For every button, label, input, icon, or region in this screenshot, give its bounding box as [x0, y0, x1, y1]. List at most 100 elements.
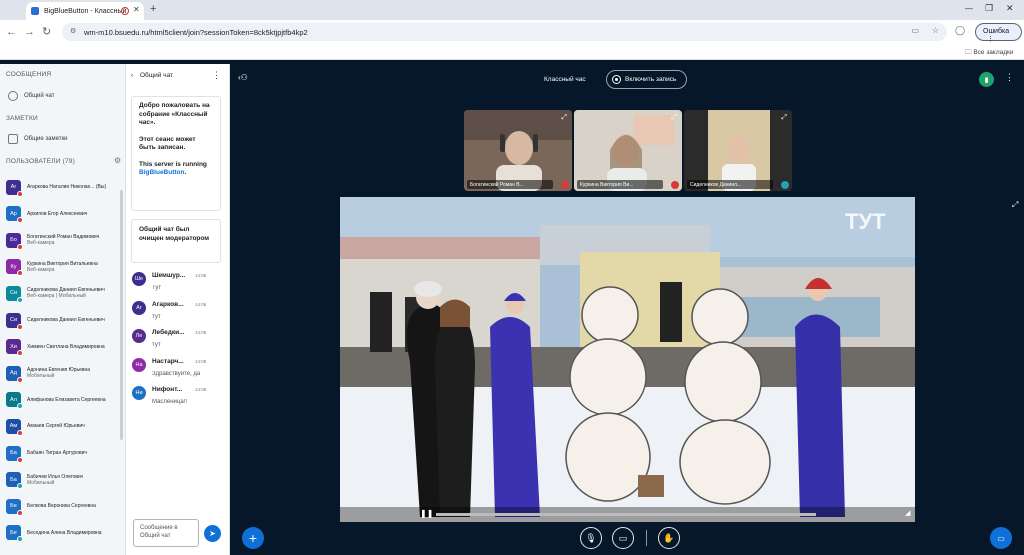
raise-hand-button[interactable]: ✋ [658, 527, 680, 549]
avatar: Бе [6, 525, 23, 543]
actions-plus-button[interactable]: + [242, 527, 264, 549]
avatar-initials: Аг [10, 184, 17, 190]
options-menu-icon[interactable]: ⋮ [1005, 72, 1014, 83]
user-list-item[interactable]: Ку Куркина Виктория Витальевна Веб-камера [6, 256, 122, 278]
error-button[interactable]: Ошибка ⋮ [975, 23, 1022, 43]
restore-icon[interactable]: ❐ [985, 3, 993, 14]
close-tab-icon[interactable]: ✕ [133, 5, 140, 14]
user-list-item[interactable]: Ам Амзаев Сергей Юрьевич [6, 415, 122, 437]
webcam-tile[interactable]: ⤢ Богатинский Роман В... [464, 110, 572, 191]
audio-status-icon [17, 190, 23, 197]
user-list-item[interactable]: Ал Алифанова Елизавета Сергеевна [6, 389, 122, 411]
audio-status-icon [17, 323, 23, 330]
hand-icon: ✋ [663, 532, 675, 543]
back-icon[interactable]: ← [6, 26, 17, 38]
user-list-item[interactable]: Хи Химиен Светлана Владимировна [6, 336, 122, 358]
chat-options-icon[interactable]: ⋮ [212, 70, 221, 81]
site-info-icon[interactable]: ⚙ [70, 27, 76, 35]
minimize-icon[interactable]: — [965, 4, 973, 13]
avatar-initials: Ку [10, 263, 17, 270]
profile-icon[interactable]: ◯ [955, 25, 965, 36]
screen-icon: ▭ [997, 533, 1005, 543]
user-name: Белкова Вероника Сергеевна [27, 503, 96, 510]
new-tab-button[interactable]: + [150, 3, 156, 15]
avatar-initials: Аг [136, 304, 142, 311]
user-name: Куркина Виктория Витальевна [27, 260, 98, 267]
all-bookmarks-link[interactable]: 🗀 Все закладки [965, 48, 1014, 59]
webcam-tile[interactable]: ⤢ Куркина Виктория Ви... [574, 110, 682, 191]
chat-panel: ‹ Общий чат ⋮ Добро пожаловать на собран… [126, 64, 230, 555]
user-name-block: Химиен Светлана Владимировна [27, 344, 105, 350]
meeting-title: Классный час [544, 76, 586, 83]
browser-tab[interactable]: BigBlueButton - Классный ✕ [26, 2, 144, 20]
toggle-userlist-icon[interactable]: ‹⚇ [238, 73, 248, 82]
muted-mic-icon [561, 181, 569, 189]
fullscreen-icon[interactable]: ⤢ [671, 114, 677, 122]
video-progress-track[interactable] [436, 513, 816, 516]
user-name: Алифанова Елизавета Сергеевна [27, 396, 106, 403]
tab-title: BigBlueButton - Классный [44, 7, 127, 15]
connection-status-button[interactable]: ▮ [979, 72, 994, 87]
mute-microphone-button[interactable]: 🎙 [580, 527, 602, 549]
sidebar-scrollbar[interactable] [120, 190, 123, 440]
presentation-fullscreen-icon[interactable]: ⤢ [1012, 200, 1018, 210]
user-list-item[interactable]: Ба Бабичев Илья Олегович Мобильный [6, 469, 122, 491]
close-window-icon[interactable]: ✕ [1006, 3, 1014, 14]
user-settings-gear-icon[interactable]: ⚙ [114, 156, 121, 165]
fullscreen-icon[interactable]: ⤢ [781, 114, 787, 122]
avatar-initials: Ле [135, 333, 143, 339]
message-time: 14:08 [195, 330, 207, 335]
chat-header[interactable]: ‹ Общий чат [131, 72, 173, 79]
muted-mic-icon [671, 181, 679, 189]
toggle-camera-button[interactable]: ▭ [612, 527, 634, 549]
recording-indicator-icon [121, 7, 129, 15]
user-name-block: Беседина Алина Владимировна [27, 530, 102, 536]
bookmark-star-icon[interactable]: ☆ [932, 26, 939, 35]
user-list-item[interactable]: Бо Богатинский Роман Вадимович Веб-камера [6, 229, 122, 251]
presentation-toggle-button[interactable]: ▭ [990, 527, 1012, 549]
message-author: Шемшур... [152, 272, 186, 279]
user-list-item[interactable]: Бе Белкова Вероника Сергеевна [6, 495, 122, 517]
user-list-item[interactable]: Ар Архипов Егор Алексеевич [6, 203, 122, 225]
avatar-initials: Бо [10, 237, 17, 244]
fullscreen-icon[interactable]: ⤢ [561, 114, 567, 122]
user-name-block: Белкова Вероника Сергеевна [27, 503, 96, 509]
user-name: Бабичев Илья Олегович [27, 473, 84, 480]
user-name: Химиен Светлана Владимировна [27, 343, 105, 350]
shared-notes-item[interactable]: Общие заметки [8, 134, 67, 144]
user-list-item[interactable]: Ад Адонина Евгения Юрьевна Мобильный [6, 362, 122, 384]
user-list-item[interactable]: Ба Бабаян Тигран Артурович [6, 442, 122, 464]
chat-message: Ше Шемшур... 14:06 Тут [132, 272, 226, 298]
webcam-feed-1 [464, 110, 572, 191]
cast-icon[interactable]: ▭ [911, 26, 919, 35]
send-message-button[interactable]: ➤ [204, 525, 221, 542]
video-volume-icon[interactable]: ◢ [905, 509, 910, 517]
user-list-item[interactable]: Аг Агаркова Наталия Николае... (Вы) [6, 176, 122, 198]
avatar: Ба [6, 445, 23, 463]
user-list-item[interactable]: Си Сиделникова Даниил Евгеньевич Веб-камер… [6, 282, 122, 304]
reload-icon[interactable]: ↻ [42, 26, 51, 38]
forward-icon[interactable]: → [24, 26, 35, 38]
user-list-item[interactable]: Си Сиделникова Даниил Евгеньевич [6, 309, 122, 331]
url-field[interactable]: ⚙ wm-m10.bsuedu.ru/html5client/join?sess… [62, 23, 947, 41]
webcam-tile[interactable]: ⤢ Сиделников Даниил... [684, 110, 792, 191]
welcome-link-period: . [184, 169, 187, 176]
chat-message: На Настарч... 14:09 Здравствуйте, да [132, 357, 226, 384]
shared-video-player[interactable]: ТУТ ❚❚ ◢ [340, 197, 915, 522]
record-icon [612, 75, 621, 84]
message-author: Настарч... [152, 357, 184, 365]
pause-icon[interactable]: ❚❚ [420, 509, 433, 518]
welcome-text-1: Добро пожаловать на собрание «Классный ч… [139, 102, 210, 126]
user-name-block: Куркина Виктория Витальевна Веб-камера [27, 261, 98, 273]
audio-status-icon [17, 350, 23, 357]
bigbluebutton-link[interactable]: BigBlueButton [139, 169, 185, 176]
record-label: Включить запись [625, 76, 677, 83]
webcam-name: Куркина Виктория Ви... [577, 180, 663, 189]
start-recording-button[interactable]: Включить запись [606, 70, 687, 89]
video-watermark: ТУТ [845, 209, 886, 234]
chat-message-input[interactable]: Сообщение в Общий чат [133, 519, 199, 547]
user-name: Амзаев Сергей Юрьевич [27, 423, 85, 430]
user-list-item[interactable]: Бе Беседина Алина Владимировна [6, 522, 122, 544]
avatar: Ку [6, 259, 23, 277]
public-chat-item[interactable]: Общий чат [8, 91, 55, 101]
